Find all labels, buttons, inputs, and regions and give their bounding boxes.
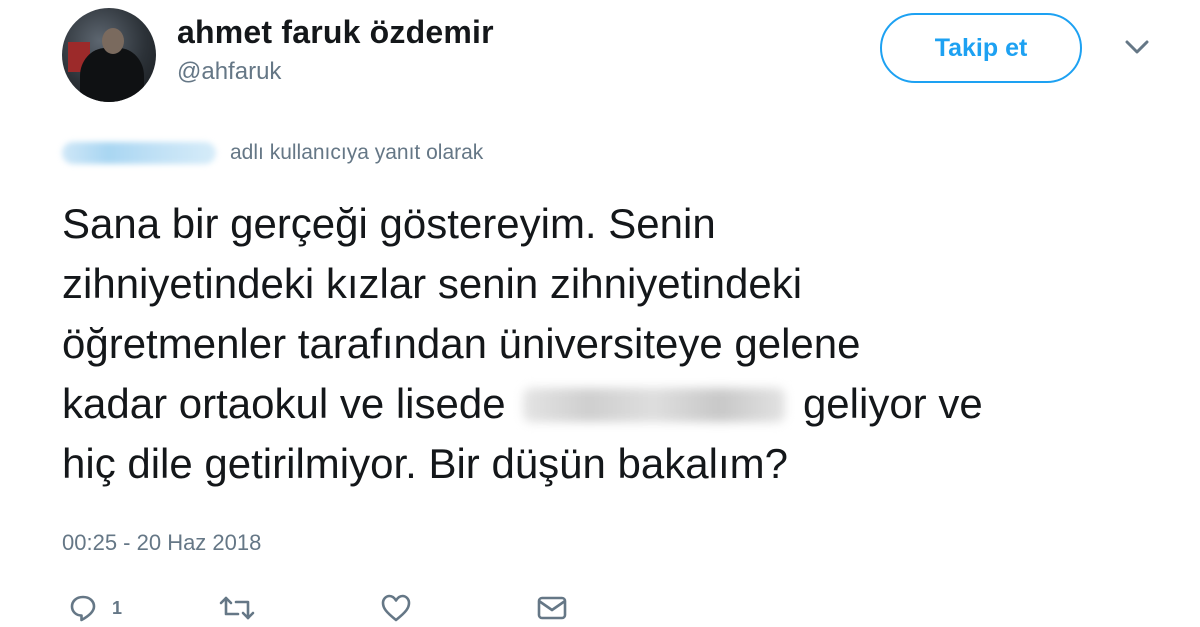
tweet-line: Sana bir gerçeği göstereyim. Senin <box>62 200 716 247</box>
retweet-button[interactable] <box>218 590 256 626</box>
avatar-figure <box>80 48 144 102</box>
avatar-head <box>102 28 124 54</box>
tweet-line: kadar ortaokul ve lisede geliyor ve <box>62 374 1172 434</box>
retweet-icon <box>218 593 256 623</box>
reply-context-text: adlı kullanıcıya yanıt olarak <box>230 141 484 164</box>
reply-icon <box>68 593 98 623</box>
tweet-actions: 1 <box>62 590 622 626</box>
reply-count: 1 <box>112 597 123 618</box>
direct-message-button[interactable] <box>536 590 568 626</box>
tweet-line-part: kadar ortaokul ve lisede <box>62 380 506 427</box>
reply-context: adlı kullanıcıya yanıt olarak <box>62 138 483 168</box>
redacted-word <box>523 388 786 422</box>
like-button[interactable] <box>380 590 412 626</box>
tweet-line-part: geliyor ve <box>802 380 983 427</box>
reply-button[interactable]: 1 <box>68 590 122 626</box>
tweet-line: hiç dile getirilmiyor. Bir düşün bakalım… <box>62 440 788 487</box>
direct-message-icon <box>536 593 568 623</box>
avatar[interactable] <box>62 8 156 102</box>
blurred-mention[interactable] <box>62 142 216 164</box>
display-name[interactable]: ahmet faruk özdemir <box>177 14 494 51</box>
follow-button[interactable]: Takip et <box>880 13 1082 83</box>
chevron-down-icon[interactable] <box>1124 38 1150 56</box>
tweet-timestamp[interactable]: 00:25 - 20 Haz 2018 <box>62 530 261 556</box>
tweet-line: öğretmenler tarafından üniversiteye gele… <box>62 320 861 367</box>
tweet-line: zihniyetindeki kızlar senin zihniyetinde… <box>62 260 803 307</box>
like-icon <box>380 593 412 623</box>
user-handle[interactable]: @ahfaruk <box>177 58 281 86</box>
tweet-text: Sana bir gerçeği göstereyim. Senin zihni… <box>62 194 1172 494</box>
